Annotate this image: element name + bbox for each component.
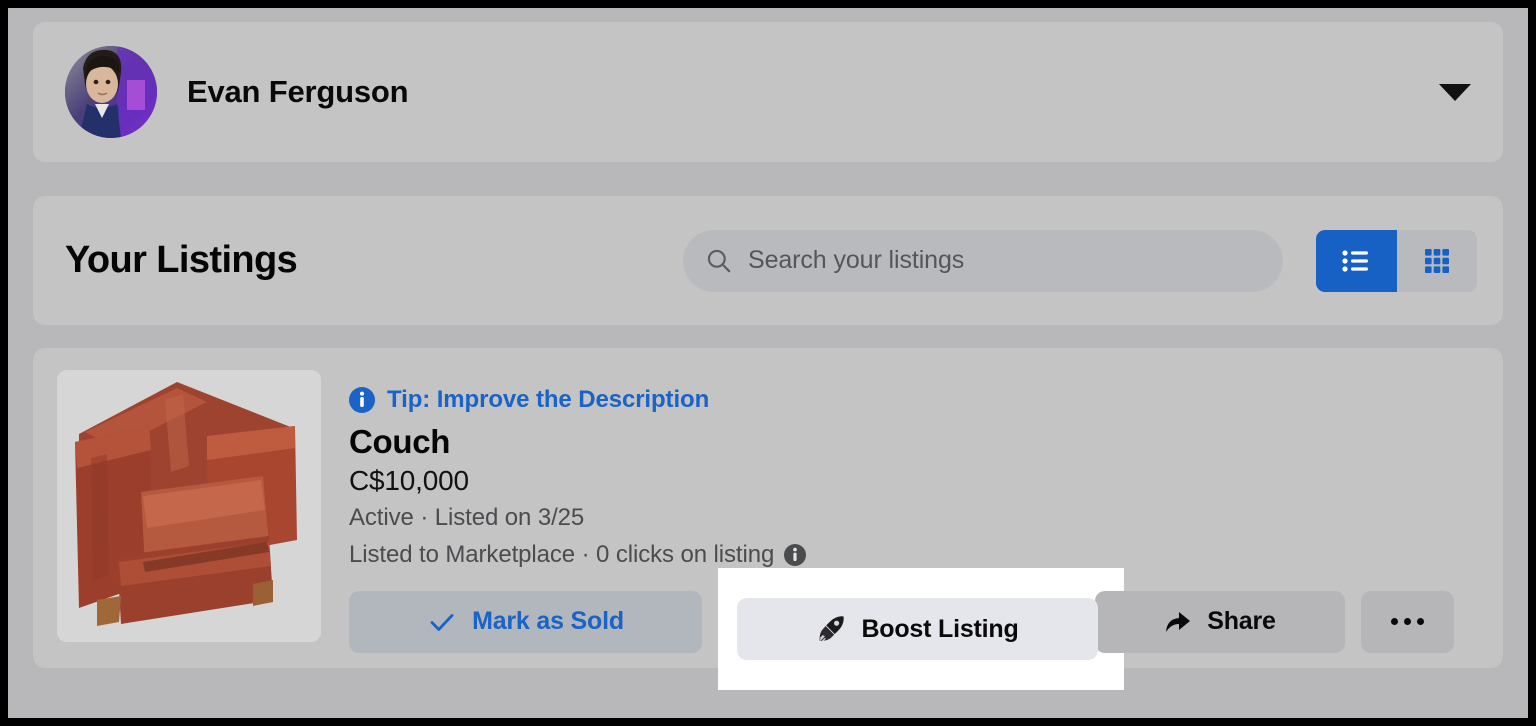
- list-view-button[interactable]: [1316, 229, 1397, 292]
- share-label: Share: [1207, 607, 1276, 636]
- share-button[interactable]: Share: [1095, 590, 1345, 653]
- info-icon[interactable]: [784, 543, 807, 566]
- search-input[interactable]: Search your listings: [683, 229, 1283, 292]
- list-view-icon: [1342, 249, 1369, 272]
- info-icon: [349, 387, 375, 413]
- ellipsis-icon: [1391, 618, 1424, 626]
- avatar[interactable]: [65, 46, 157, 138]
- app-viewport: Evan Ferguson Your Listings Search your …: [8, 8, 1528, 718]
- more-options-button[interactable]: [1361, 590, 1454, 653]
- chevron-down-icon[interactable]: [1439, 83, 1471, 101]
- boost-listing-button[interactable]: Boost Listing: [737, 598, 1098, 660]
- profile-header-card[interactable]: Evan Ferguson: [33, 22, 1503, 162]
- page-title: Your Listings: [65, 239, 298, 281]
- listing-thumbnail[interactable]: [57, 370, 321, 642]
- rocket-icon: [819, 616, 845, 642]
- listing-meta-text: Listed to Marketplace · 0 clicks on list…: [349, 540, 775, 568]
- listing-price: C$10,000: [349, 464, 469, 496]
- check-icon: [430, 614, 454, 631]
- profile-name: Evan Ferguson: [187, 74, 409, 109]
- view-toggle-group: [1316, 229, 1477, 292]
- share-arrow-icon: [1166, 611, 1191, 632]
- listing-tip[interactable]: Tip: Improve the Description: [349, 386, 1479, 414]
- listing-title: Couch: [349, 423, 451, 460]
- listing-status: Active · Listed on 3/25: [349, 504, 585, 532]
- search-icon: [707, 249, 731, 273]
- boost-listing-label: Boost Listing: [861, 614, 1019, 643]
- grid-view-icon: [1424, 248, 1449, 273]
- search-placeholder: Search your listings: [748, 246, 965, 274]
- mark-as-sold-label: Mark as Sold: [472, 607, 624, 636]
- listings-header-card: Your Listings Search your listings: [33, 196, 1503, 325]
- grid-view-button[interactable]: [1396, 229, 1477, 292]
- listing-tip-text: Tip: Improve the Description: [387, 386, 710, 413]
- mark-as-sold-button[interactable]: Mark as Sold: [349, 590, 702, 653]
